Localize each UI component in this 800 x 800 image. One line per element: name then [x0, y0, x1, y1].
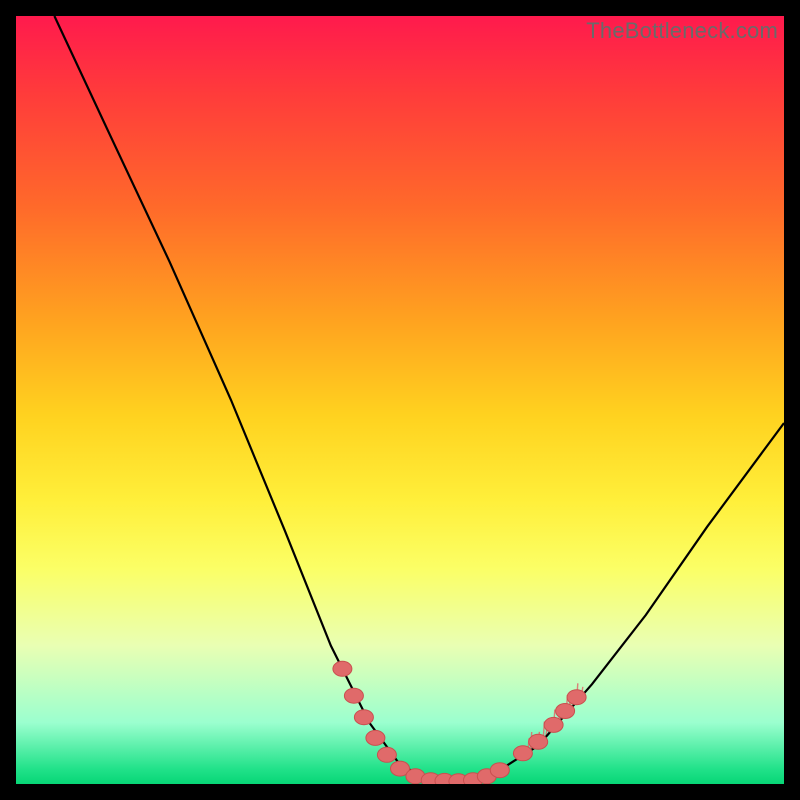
data-dot	[544, 717, 563, 732]
plot-area: TheBottleneck.com	[16, 16, 784, 784]
data-dot	[513, 746, 532, 761]
data-dot	[333, 661, 352, 676]
data-dot	[567, 690, 586, 705]
curve-line	[54, 16, 784, 781]
data-dot	[344, 688, 363, 703]
data-dot	[556, 704, 575, 719]
bottleneck-curve	[16, 16, 784, 784]
data-dot	[490, 763, 509, 778]
chart-frame: TheBottleneck.com	[16, 16, 784, 784]
data-dot	[354, 710, 373, 725]
data-dot	[366, 730, 385, 745]
data-dot	[377, 747, 396, 762]
data-dot	[529, 734, 548, 749]
